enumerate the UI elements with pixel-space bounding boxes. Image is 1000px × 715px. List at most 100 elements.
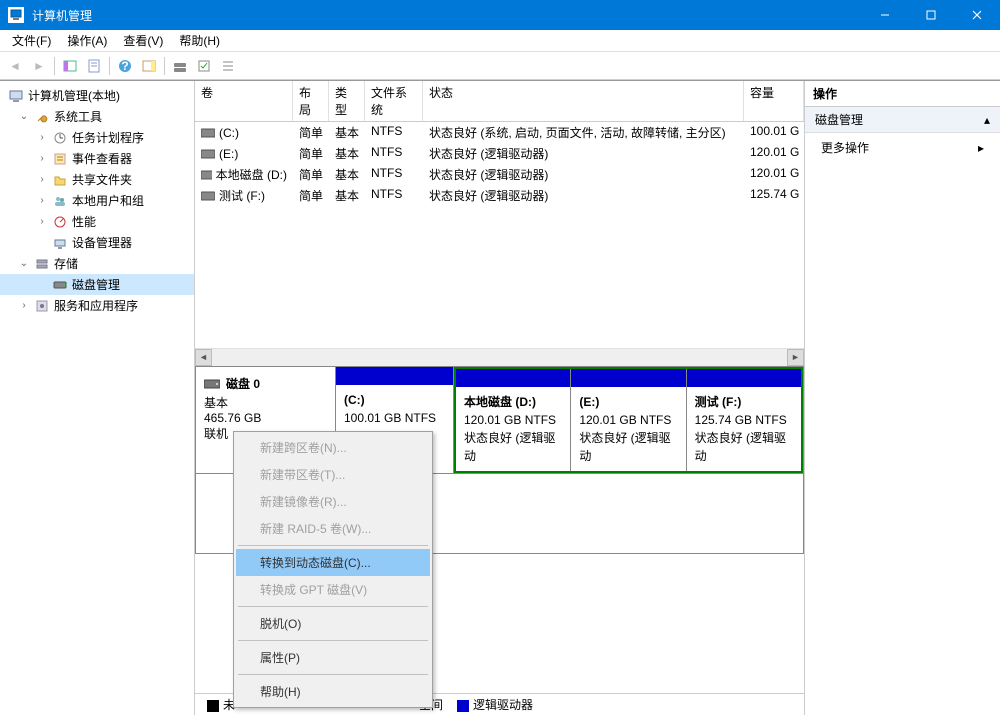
collapse-icon[interactable]: ⌄ [18,111,30,122]
menu-help[interactable]: 帮助(H) [171,30,228,51]
volume-row[interactable]: 本地磁盘 (D:)简单基本NTFS状态良好 (逻辑驱动器)120.01 G [195,164,804,185]
tree-device-manager[interactable]: 设备管理器 [0,232,194,253]
partition-title: 测试 (F:) [695,395,742,409]
col-fs[interactable]: 文件系统 [365,81,423,121]
disk-map: 磁盘 0 基本 465.76 GB 联机 (C:) 100.01 GB NTFS [195,366,804,715]
expand-icon[interactable]: › [36,174,48,185]
performance-icon [52,214,68,230]
tree-root[interactable]: 计算机管理(本地) [0,85,194,106]
ctx-convert-dynamic[interactable]: 转换到动态磁盘(C)... [236,549,430,576]
menu-view[interactable]: 查看(V) [115,30,171,51]
ctx-new-span[interactable]: 新建跨区卷(N)... [236,434,430,461]
blank [36,279,48,290]
app-icon [8,7,24,23]
close-button[interactable] [954,0,1000,30]
expand-icon[interactable]: › [36,132,48,143]
tree-label: 服务和应用程序 [54,297,138,314]
ctx-offline[interactable]: 脱机(O) [236,610,430,637]
partition-e[interactable]: (E:) 120.01 GB NTFS 状态良好 (逻辑驱动 [571,369,686,471]
tree-local-users[interactable]: › 本地用户和组 [0,190,194,211]
users-icon [52,193,68,209]
partition-f[interactable]: 测试 (F:) 125.74 GB NTFS 状态良好 (逻辑驱动 [687,369,801,471]
h-scrollbar[interactable]: ◄ ► [195,348,804,365]
disk-icon [52,277,68,293]
ctx-new-mirror[interactable]: 新建镜像卷(R)... [236,488,430,515]
maximize-button[interactable] [908,0,954,30]
volume-row[interactable]: (C:)简单基本NTFS状态良好 (系统, 启动, 页面文件, 活动, 故障转储… [195,122,804,143]
collapse-up-icon: ▴ [984,113,990,127]
tree-label: 共享文件夹 [72,171,132,188]
refresh-icon[interactable] [169,55,191,77]
collapse-icon[interactable]: ⌄ [18,258,30,269]
settings-icon[interactable] [193,55,215,77]
menu-action[interactable]: 操作(A) [59,30,115,51]
tree-label: 事件查看器 [72,150,132,167]
expand-icon[interactable]: › [36,195,48,206]
forward-button[interactable]: ► [28,55,50,77]
services-icon [34,298,50,314]
menu-file[interactable]: 文件(F) [4,30,59,51]
expand-icon[interactable]: › [36,216,48,227]
scroll-left-button[interactable]: ◄ [195,349,212,366]
tree-services[interactable]: › 服务和应用程序 [0,295,194,316]
partition-status: 状态良好 (逻辑驱动 [695,431,786,463]
content: 计算机管理(本地) ⌄ 系统工具 › 任务计划程序 › 事件查看器 › 共享文件… [0,80,1000,715]
col-layout[interactable]: 布局 [293,81,329,121]
ctx-properties[interactable]: 属性(P) [236,644,430,671]
tree-storage[interactable]: ⌄ 存储 [0,253,194,274]
tree-event-viewer[interactable]: › 事件查看器 [0,148,194,169]
expand-icon[interactable]: › [18,300,30,311]
tree-pane[interactable]: 计算机管理(本地) ⌄ 系统工具 › 任务计划程序 › 事件查看器 › 共享文件… [0,81,195,715]
col-capacity[interactable]: 容量 [744,81,804,121]
col-volume[interactable]: 卷 [195,81,293,121]
partition-title: (E:) [579,395,599,409]
volume-row[interactable]: 测试 (F:)简单基本NTFS状态良好 (逻辑驱动器)125.74 G [195,185,804,206]
scroll-right-button[interactable]: ► [787,349,804,366]
folder-share-icon [52,172,68,188]
tree-system-tools[interactable]: ⌄ 系统工具 [0,106,194,127]
partition-d[interactable]: 本地磁盘 (D:) 120.01 GB NTFS 状态良好 (逻辑驱动 [456,369,571,471]
tree-performance[interactable]: › 性能 [0,211,194,232]
actions-header: 操作 [805,81,1000,107]
minimize-button[interactable] [862,0,908,30]
legend-logical-swatch [457,700,469,712]
scroll-track[interactable] [212,349,787,366]
action-pane-icon[interactable] [138,55,160,77]
action-more[interactable]: 更多操作 ▸ [805,133,1000,162]
partition-header [456,369,570,387]
tree-task-scheduler[interactable]: › 任务计划程序 [0,127,194,148]
disk-type: 基本 [204,394,327,411]
ctx-help[interactable]: 帮助(H) [236,678,430,705]
tree-label: 性能 [72,213,96,230]
toolbar: ◄ ► ? [0,52,1000,80]
properties-icon[interactable] [83,55,105,77]
volume-row[interactable]: (E:)简单基本NTFS状态良好 (逻辑驱动器)120.01 G [195,143,804,164]
actions-section[interactable]: 磁盘管理 ▴ [805,107,1000,133]
volume-body[interactable]: (C:)简单基本NTFS状态良好 (系统, 启动, 页面文件, 活动, 故障转储… [195,122,804,348]
tree-shared-folders[interactable]: › 共享文件夹 [0,169,194,190]
partition-size: 120.01 GB NTFS [464,413,556,427]
show-hide-console-tree-icon[interactable] [59,55,81,77]
back-button[interactable]: ◄ [4,55,26,77]
ctx-new-raid5[interactable]: 新建 RAID-5 卷(W)... [236,515,430,542]
separator [238,640,428,641]
window-title: 计算机管理 [32,7,862,24]
legend-logical-label: 逻辑驱动器 [473,698,533,712]
partition-size: 125.74 GB NTFS [695,413,787,427]
partition-size: 100.01 GB NTFS [344,411,436,425]
col-status[interactable]: 状态 [423,81,744,121]
storage-icon [34,256,50,272]
clock-icon [52,130,68,146]
partition-title: 本地磁盘 (D:) [464,395,536,409]
actions-pane: 操作 磁盘管理 ▴ 更多操作 ▸ [805,81,1000,715]
ctx-new-stripe[interactable]: 新建带区卷(T)... [236,461,430,488]
volume-list: 卷 布局 类型 文件系统 状态 容量 (C:)简单基本NTFS状态良好 (系统,… [195,81,804,366]
expand-icon[interactable]: › [36,153,48,164]
col-type[interactable]: 类型 [329,81,365,121]
help-icon[interactable]: ? [114,55,136,77]
tree-disk-management[interactable]: 磁盘管理 [0,274,194,295]
partition-header [687,369,801,387]
device-icon [52,235,68,251]
ctx-convert-gpt[interactable]: 转换成 GPT 磁盘(V) [236,576,430,603]
list-icon[interactable] [217,55,239,77]
